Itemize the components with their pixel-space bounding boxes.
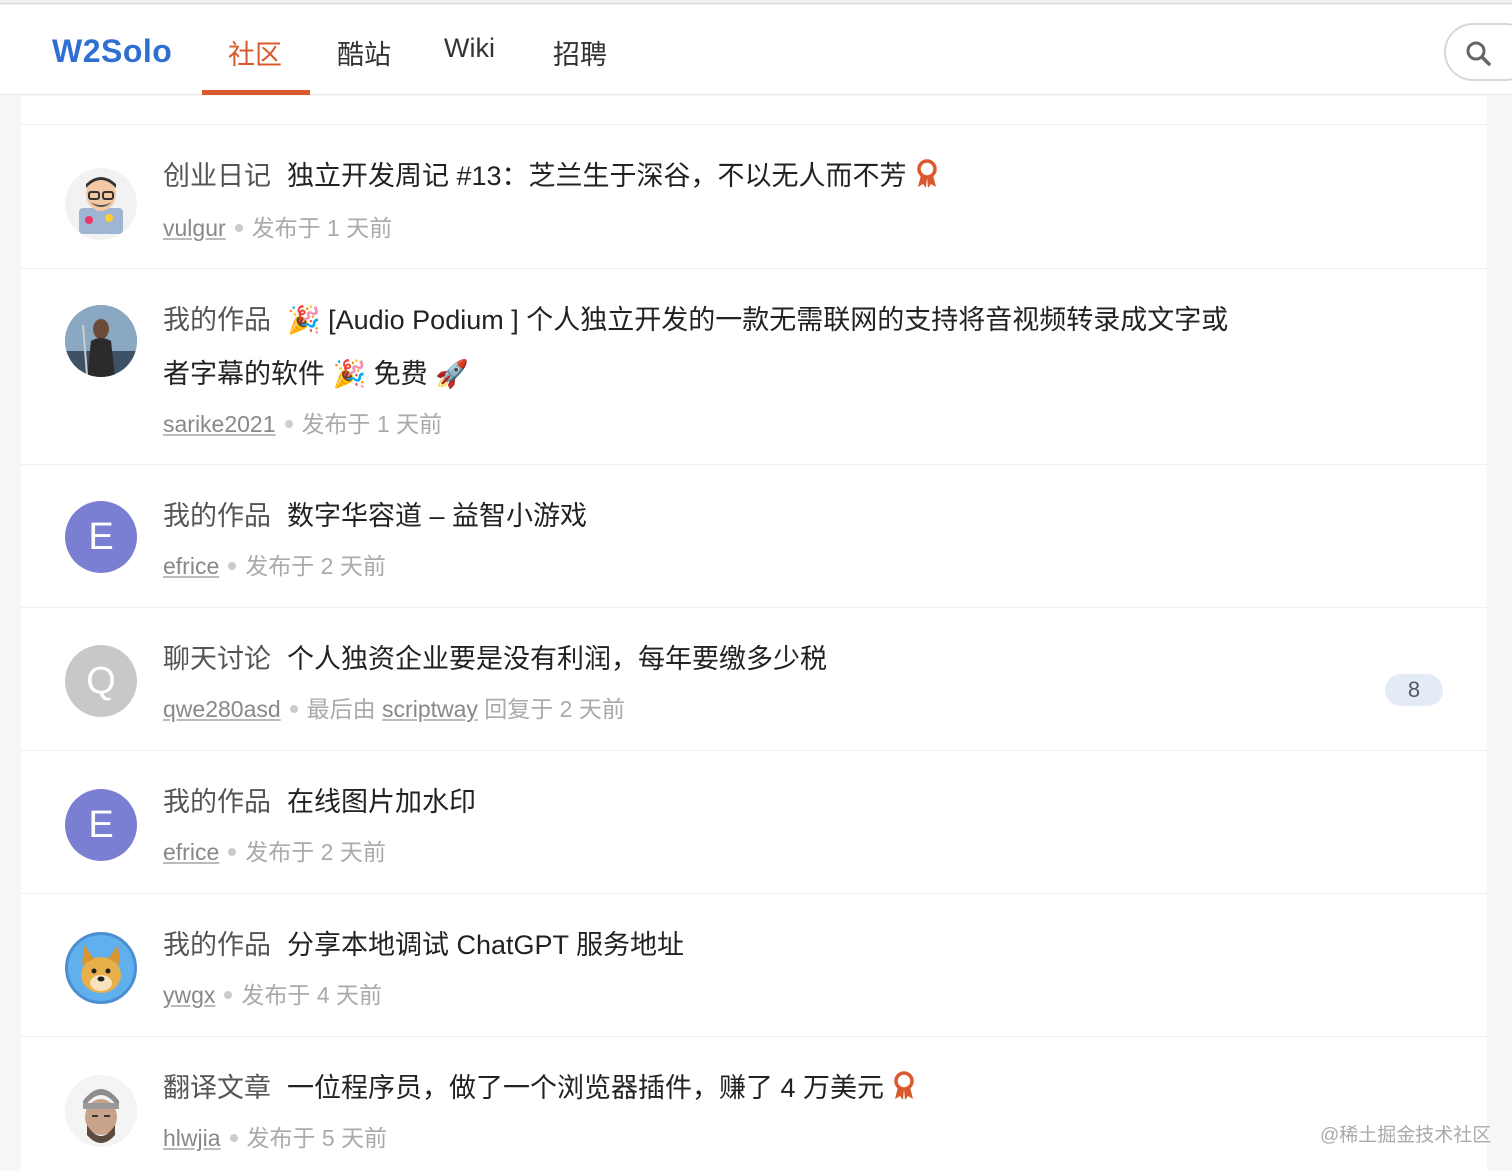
avatar[interactable] [65, 932, 137, 1004]
topic-title-line[interactable]: 我的作品 🎉 [Audio Podium ] 个人独立开发的一款无需联网的支持将音… [163, 293, 1228, 347]
avatar-letter: E [88, 515, 114, 558]
separator-dot [229, 1133, 238, 1142]
topic-title[interactable]: 🎉 [Audio Podium ] 个人独立开发的一款无需联网的支持将音视频转录… [287, 305, 1228, 335]
topic-category[interactable]: 聊天讨论 [163, 644, 271, 674]
post-time: 发布于 1 天前 [251, 215, 393, 241]
topic-row[interactable]: E 我的作品 在线图片加水印 efrice 发布于 2 天前 [21, 751, 1487, 894]
doge-avatar-icon [68, 935, 134, 1001]
topic-row[interactable]: 我的作品 分享本地调试 ChatGPT 服务地址 ywgx 发布于 4 天前 [21, 894, 1487, 1037]
topic-title-line[interactable]: 我的作品 分享本地调试 ChatGPT 服务地址 [163, 918, 684, 972]
separator-dot [224, 990, 233, 999]
topic-meta: hlwjia 发布于 5 天前 [163, 1119, 387, 1153]
author-link[interactable]: qwe280asd [163, 696, 281, 722]
watermark-text: @稀土掘金技术社区 [1320, 1125, 1492, 1146]
topic-category[interactable]: 我的作品 [163, 305, 271, 335]
post-time: 发布于 2 天前 [245, 839, 386, 865]
featured-ribbon-icon [916, 159, 937, 188]
avatar[interactable]: E [65, 789, 137, 861]
topic-title-continued[interactable]: 者字幕的软件 🎉 免费 🚀 [163, 359, 469, 389]
topic-title-line[interactable]: 聊天讨论 个人独资企业要是没有利润，每年要缴多少税 [163, 632, 827, 686]
last-replier-link[interactable]: scriptway [382, 696, 478, 722]
nav-tab-jobs[interactable]: 招聘 [553, 33, 607, 72]
topic-meta: ywgx 发布于 4 天前 [163, 976, 382, 1010]
topic-title[interactable]: 个人独资企业要是没有利润，每年要缴多少税 [287, 644, 827, 674]
separator-dot [289, 704, 298, 713]
topic-category[interactable]: 我的作品 [163, 787, 271, 817]
nav-tab-cool-sites[interactable]: 酷站 [337, 33, 391, 72]
site-logo[interactable]: W2Solo [52, 33, 172, 70]
author-link[interactable]: sarike2021 [163, 411, 276, 437]
topic-row[interactable]: E 我的作品 数字华容道 – 益智小游戏 efrice 发布于 2 天前 [21, 465, 1487, 608]
topic-title-line[interactable]: 翻译文章 一位程序员，做了一个浏览器插件，赚了 4 万美元 [163, 1061, 916, 1115]
topic-title[interactable]: 一位程序员，做了一个浏览器插件，赚了 4 万美元 [287, 1073, 884, 1103]
list-top-spacer [21, 96, 1487, 125]
author-link[interactable]: hlwjia [163, 1125, 221, 1151]
topic-title[interactable]: 在线图片加水印 [287, 787, 476, 817]
post-time: 发布于 2 天前 [245, 553, 386, 579]
avatar-letter: E [88, 803, 114, 846]
avatar[interactable] [65, 305, 137, 377]
search-button[interactable] [1444, 23, 1512, 81]
topic-row[interactable]: 翻译文章 一位程序员，做了一个浏览器插件，赚了 4 万美元 hlwjia 发布于 5… [21, 1037, 1487, 1171]
topic-title[interactable]: 独立开发周记 #13：芝兰生于深谷，不以无人而不芳 [287, 161, 907, 191]
photo-avatar-icon [65, 305, 137, 377]
author-link[interactable]: ywgx [163, 982, 215, 1008]
reply-count-badge[interactable]: 8 [1385, 674, 1443, 706]
meta-prefix: 最后由 [306, 696, 376, 722]
avatar[interactable] [65, 168, 137, 240]
post-time: 发布于 4 天前 [241, 982, 382, 1008]
topic-title[interactable]: 分享本地调试 ChatGPT 服务地址 [287, 930, 684, 960]
author-link[interactable]: efrice [163, 553, 219, 579]
post-time: 发布于 1 天前 [301, 411, 443, 437]
author-link[interactable]: efrice [163, 839, 219, 865]
browser-top-border [0, 0, 1512, 4]
topic-list: 创业日记 独立开发周记 #13：芝兰生于深谷，不以无人而不芳 vulgur 发布于 … [21, 96, 1487, 1171]
nav-tab-community[interactable]: 社区 [228, 33, 282, 72]
active-tab-indicator [202, 90, 310, 95]
separator-dot [284, 419, 293, 428]
topic-row[interactable]: Q 聊天讨论 个人独资企业要是没有利润，每年要缴多少税 qwe280asd 最后由 … [21, 608, 1487, 751]
author-link[interactable]: vulgur [163, 215, 226, 241]
topic-meta: vulgur 发布于 1 天前 [163, 209, 392, 243]
nav-tab-wiki[interactable]: Wiki [444, 33, 495, 64]
separator-dot [228, 847, 237, 856]
search-icon [1466, 41, 1491, 66]
topic-category[interactable]: 创业日记 [163, 161, 271, 191]
topic-title[interactable]: 数字华容道 – 益智小游戏 [287, 501, 587, 531]
topic-title-line2[interactable]: 者字幕的软件 🎉 免费 🚀 [163, 347, 469, 401]
topic-category[interactable]: 我的作品 [163, 501, 271, 531]
photo-avatar-icon [65, 1075, 137, 1147]
avatar-letter: Q [86, 659, 116, 702]
topic-category[interactable]: 翻译文章 [163, 1073, 271, 1103]
avatar[interactable]: Q [65, 645, 137, 717]
topic-meta: qwe280asd 最后由 scriptway 回复于 2 天前 [163, 690, 625, 724]
reply-time: 回复于 2 天前 [484, 696, 625, 722]
featured-ribbon-icon [894, 1071, 914, 1100]
topic-meta: sarike2021 发布于 1 天前 [163, 405, 442, 439]
topic-title-line[interactable]: 创业日记 独立开发周记 #13：芝兰生于深谷，不以无人而不芳 [163, 149, 939, 203]
topic-meta: efrice 发布于 2 天前 [163, 547, 386, 581]
post-time: 发布于 5 天前 [246, 1125, 388, 1151]
avatar[interactable]: E [65, 501, 137, 573]
topic-title-line[interactable]: 我的作品 数字华容道 – 益智小游戏 [163, 489, 587, 543]
separator-dot [228, 561, 237, 570]
topic-title-line[interactable]: 我的作品 在线图片加水印 [163, 775, 476, 829]
topic-row[interactable]: 我的作品 🎉 [Audio Podium ] 个人独立开发的一款无需联网的支持将音… [21, 269, 1487, 465]
topic-category[interactable]: 我的作品 [163, 930, 271, 960]
topic-row[interactable]: 创业日记 独立开发周记 #13：芝兰生于深谷，不以无人而不芳 vulgur 发布于 … [21, 126, 1487, 269]
memoji-avatar-icon [79, 177, 123, 234]
topic-meta: efrice 发布于 2 天前 [163, 833, 386, 867]
separator-dot [234, 223, 243, 232]
site-header: W2Solo 社区 酷站 Wiki 招聘 [0, 5, 1512, 95]
avatar[interactable] [65, 1075, 137, 1147]
